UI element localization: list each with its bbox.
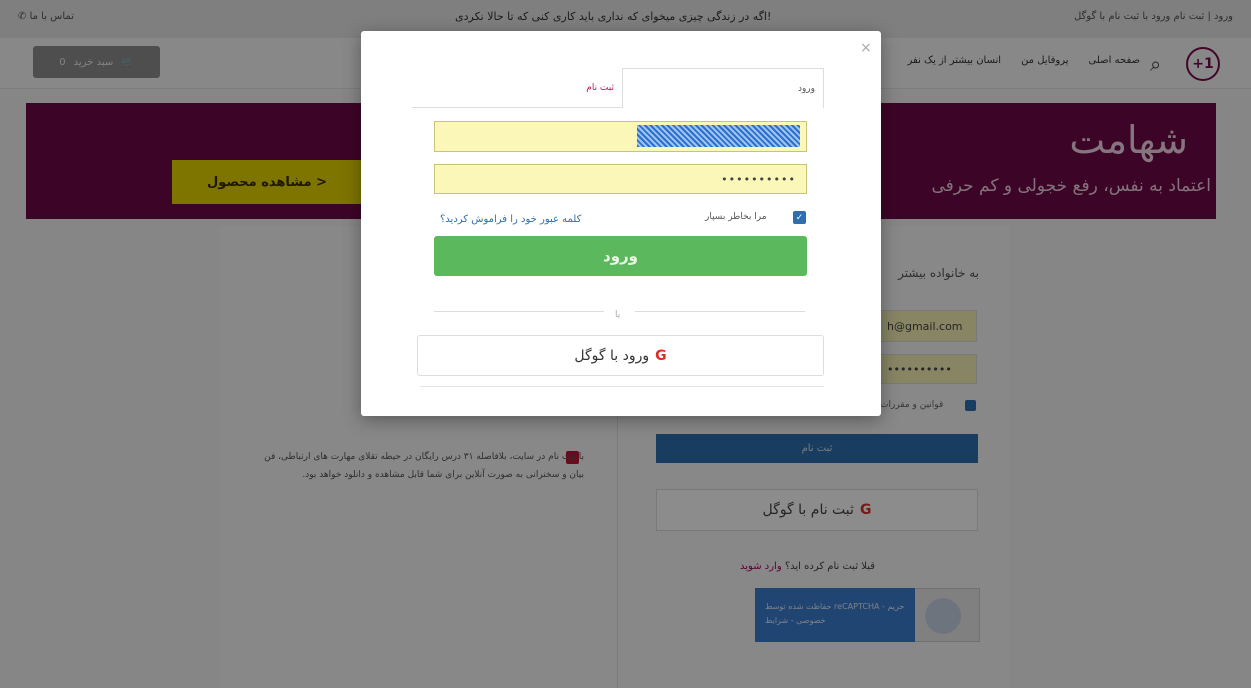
google-icon: G bbox=[655, 347, 667, 364]
tab-underline bbox=[412, 107, 622, 108]
tab-signup[interactable]: ثبت نام bbox=[412, 68, 622, 108]
tab-login[interactable]: ورود bbox=[622, 68, 824, 108]
remember-label: مرا بخاطر بسپار bbox=[705, 212, 767, 222]
login-button[interactable]: ورود bbox=[434, 236, 807, 276]
login-google-button[interactable]: ورود با گوگل G bbox=[417, 335, 824, 376]
or-text: یا bbox=[615, 310, 621, 320]
or-divider-right bbox=[635, 311, 805, 312]
remember-checkbox[interactable]: ✓ bbox=[793, 211, 806, 224]
email-value-redacted bbox=[637, 125, 800, 147]
close-icon[interactable]: × bbox=[860, 40, 872, 56]
modal-bottom-divider bbox=[420, 386, 824, 387]
password-field[interactable]: •••••••••• bbox=[434, 164, 807, 194]
or-divider-left bbox=[434, 311, 604, 312]
forgot-password-link[interactable]: کلمه عبور خود را فراموش کردید؟ bbox=[440, 214, 581, 225]
login-google-label: ورود با گوگل bbox=[574, 347, 650, 364]
